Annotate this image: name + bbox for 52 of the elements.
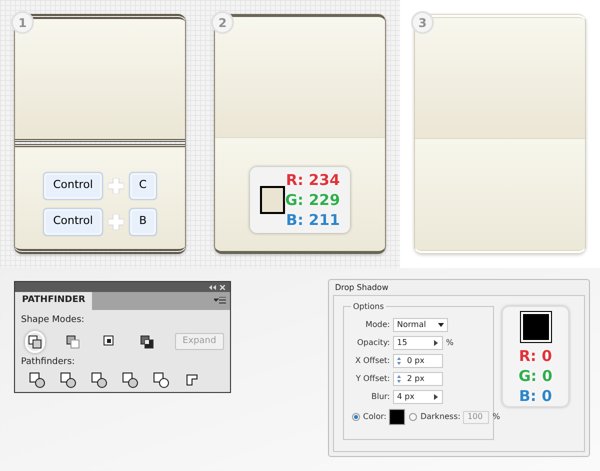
key-cap: Control [44,208,102,234]
channel-value: R: 0 [518,346,552,366]
field-label: Opacity: [356,337,390,349]
key-cap: B [130,208,156,234]
shape-mode-icon[interactable] [64,334,81,350]
input-field[interactable]: 2 px [393,372,443,386]
spinner-icon[interactable] [396,374,402,384]
arrow-icon[interactable] [434,394,438,400]
step-badge: 2 [211,11,234,34]
channel-value: B: 0 [518,386,552,406]
option-label: Color: [363,411,386,423]
color-swatch[interactable] [389,409,406,425]
section-label: Shape Modes: [21,314,86,327]
step-badge: 1 [11,11,34,34]
dialog-title: Drop Shadow [334,282,390,294]
spinner-icon[interactable] [396,356,402,366]
input-field[interactable]: 0 px [393,354,443,368]
option-label: Darkness: [420,411,460,423]
channel-value: G: 229 [285,190,340,210]
mode-dropdown[interactable]: Normal [393,318,448,332]
field-label: Blur: [370,391,390,403]
arrow-icon[interactable] [434,340,438,346]
channel-value: R: 234 [286,170,340,190]
plus-icon [108,178,124,194]
step-badge: 3 [411,11,434,34]
plus-icon [108,214,124,230]
unit-label: % [492,411,500,423]
field-label: Y Offset: [354,373,390,385]
menu-icon[interactable] [214,297,226,305]
key-cap: Control [44,172,102,198]
shape-mode-icon[interactable] [139,334,156,350]
pathfinder-icon[interactable] [91,372,107,388]
unit-label: % [446,337,454,349]
field-label: X Offset: [354,355,390,367]
radio-button[interactable] [352,413,360,421]
pathfinder-icon[interactable] [122,372,138,388]
input-field[interactable]: 15 [393,336,443,350]
group-label: Options [351,301,386,313]
section-label: Pathfinders: [21,356,76,368]
pathfinder-icon[interactable] [29,372,45,388]
key-cap: C [130,172,156,198]
panel-tab[interactable]: PATHFINDER [15,292,92,310]
pathfinder-icon[interactable] [184,372,200,388]
channel-value: B: 211 [286,210,340,230]
input-field[interactable]: 4 px [393,390,443,404]
channel-value: G: 0 [518,366,552,386]
pathfinder-icon[interactable] [60,372,76,388]
collapse-icon[interactable] [209,284,216,290]
caret-icon [438,323,444,327]
field-label: Mode: [364,319,390,331]
close-icon[interactable] [220,284,225,290]
pathfinder-icon[interactable] [153,372,169,388]
